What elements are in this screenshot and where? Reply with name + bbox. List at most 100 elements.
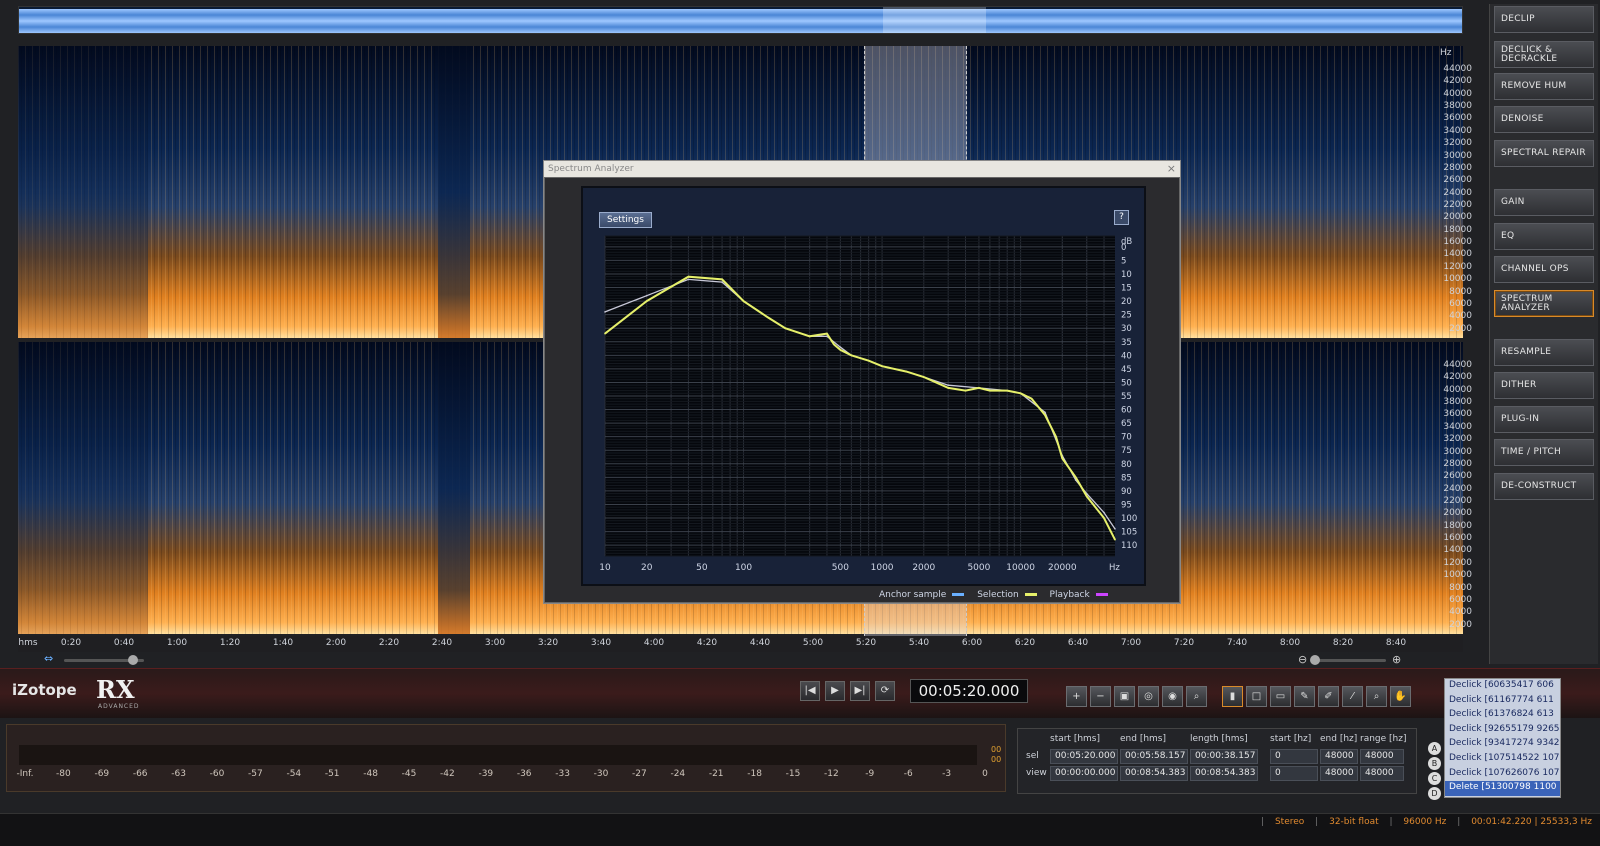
rewind-button[interactable]: |◀ [800,681,820,701]
module-panel: DECLIP DECLICK & DECRACKLE REMOVE HUM DENOI… [1489,4,1598,664]
module-button[interactable]: EQ [1494,223,1594,250]
module-button[interactable]: DITHER [1494,372,1594,399]
history-list[interactable]: Declick [60635417 606 Declick [61167774 6… [1444,678,1561,798]
value-field[interactable]: 00:00:38.157 [1190,749,1258,764]
history-item[interactable]: Declick [107626076 107 [1445,767,1560,782]
module-button[interactable]: SPECTRAL REPAIR [1494,140,1594,167]
zoom-in-tool[interactable]: + [1066,686,1087,707]
close-icon[interactable]: × [1167,162,1176,175]
play-selection-button[interactable]: ▶| [850,681,870,701]
value-field[interactable]: 00:05:58.157 [1120,749,1188,764]
module-button[interactable]: CHANNEL OPS [1494,256,1594,283]
value-field[interactable]: 00:08:54.383 [1120,766,1188,781]
y-unit-label: dB [1121,237,1132,247]
zoom-out-icon[interactable]: ⊖ [1298,653,1307,666]
zoom-out-tool[interactable]: − [1090,686,1111,707]
module-button[interactable]: RESAMPLE [1494,339,1594,366]
history-item[interactable]: Declick [92655179 9265 [1445,723,1560,738]
series-point [604,332,606,335]
history-item[interactable]: Declick [61167774 611 [1445,694,1560,709]
status-items: | Stereo | 32-bit float | 96000 Hz | 00:… [1261,817,1592,827]
spectrum-analyzer-window[interactable]: Spectrum Analyzer × Settings ? 0 5 10 15 20 2… [543,160,1181,604]
compare-button[interactable]: D [1428,787,1441,800]
time-tick-label: 5:00 [802,638,824,648]
analyzer-titlebar[interactable]: Spectrum Analyzer × [544,161,1180,177]
zoom-selection-tool[interactable]: ▣ [1114,686,1135,707]
hz-tick-label: 38000 [1443,397,1472,408]
module-button[interactable]: PLUG-IN [1494,406,1594,433]
x-tick-label: 2000 [912,563,935,573]
zoom-reset-tool[interactable]: ⌕ [1186,686,1207,707]
module-button[interactable]: GAIN [1494,189,1594,216]
time-ruler[interactable]: hms 0:20 0:40 1:00 1:20 1:40 2:00 2:20 2:40 3:00… [18,636,1463,652]
hz-tick-label: 2000 [1449,619,1472,630]
settings-button[interactable]: Settings [599,212,652,228]
status-bit-depth: 32-bit float [1329,817,1379,827]
module-button[interactable]: DE-CONSTRUCT [1494,473,1594,500]
time-unit-label: hms [18,638,38,648]
module-button[interactable]: DECLIP [1494,6,1594,33]
hz-tick-label: 32000 [1443,434,1472,445]
value-field[interactable]: 00:08:54.383 [1190,766,1258,781]
value-field[interactable]: 00:05:20.000 [1050,749,1118,764]
module-button[interactable]: DENOISE [1494,106,1594,133]
compare-button[interactable]: B [1428,757,1441,770]
hz-tick-label: 28000 [1443,162,1472,173]
module-button[interactable]: REMOVE HUM [1494,73,1594,100]
wand-tool[interactable]: ⁄ [1342,686,1363,707]
compare-button[interactable]: C [1428,772,1441,785]
quiet-band [18,342,148,634]
series-point [978,387,980,389]
status-channels: Stereo [1274,817,1305,827]
hz-tick-label: 16000 [1443,533,1472,544]
meter-tick-label: -69 [94,769,110,779]
hand-tool[interactable]: ✋ [1390,686,1411,707]
selection-table: start [hms] end [hms] length [hms] start [h… [1017,728,1417,794]
zoom-vertical-tool[interactable]: ◉ [1162,686,1183,707]
spectrum-plot[interactable]: 0510152025303540455055606570758085909510… [597,232,1157,592]
history-item[interactable]: Declick [61376824 613 [1445,708,1560,723]
value-field[interactable]: 48000 [1360,766,1404,781]
rectangle-select-tool[interactable]: □ [1246,686,1267,707]
play-button[interactable]: ▶ [825,681,845,701]
zoom-tool[interactable]: ⌕ [1366,686,1387,707]
value-field[interactable]: 0 [1270,749,1318,764]
arrows-icon[interactable]: ⇔ [44,652,53,665]
zoom-in-icon[interactable]: ⊕ [1392,653,1401,666]
module-button[interactable]: DECLICK & DECRACKLE [1494,41,1594,68]
time-zoom-slider[interactable] [1314,659,1386,662]
history-item[interactable]: Declick [93417274 9342 [1445,737,1560,752]
history-item[interactable]: Declick [60635417 606 [1445,679,1560,694]
legend-anchor-label: Anchor sample [879,590,947,600]
help-button[interactable]: ? [1114,210,1129,225]
zoom-fit-tool[interactable]: ◎ [1138,686,1159,707]
time-tick-label: 6:20 [1014,638,1036,648]
value-field[interactable]: 0 [1270,766,1318,781]
overview-waveform[interactable] [18,6,1463,34]
y-tick-label: 25 [1121,311,1132,321]
series-point [687,278,690,281]
module-button[interactable]: SPECTRUM ANALYZER [1494,290,1594,317]
meter-tick-label: -48 [363,769,378,779]
brush-icon: ✐ [1324,691,1333,702]
history-item[interactable]: Delete [51300798 1100 [1445,781,1560,796]
horizontal-zoom-knob[interactable] [128,655,138,665]
loop-button[interactable]: ⟳ [875,681,895,701]
lasso-tool[interactable]: ✎ [1294,686,1315,707]
hz-tick-label: 42000 [1443,372,1472,383]
hz-tick-label: 30000 [1443,150,1472,161]
module-button[interactable]: TIME / PITCH [1494,439,1594,466]
value-field[interactable]: 00:00:00.000 [1050,766,1118,781]
value-field[interactable]: 48000 [1320,749,1358,764]
hz-tick-label: 10000 [1443,570,1472,581]
series-point [1103,517,1105,519]
brush-tool[interactable]: ✐ [1318,686,1339,707]
value-field[interactable]: 48000 [1320,766,1358,781]
frequency-select-tool[interactable]: ▭ [1270,686,1291,707]
time-zoom-knob[interactable] [1310,655,1320,665]
value-field[interactable]: 48000 [1360,749,1404,764]
time-select-tool[interactable]: ▮ [1222,686,1243,707]
compare-button[interactable]: A [1428,742,1441,755]
overview-selection[interactable] [883,7,986,33]
history-item[interactable]: Declick [107514522 107 [1445,752,1560,767]
